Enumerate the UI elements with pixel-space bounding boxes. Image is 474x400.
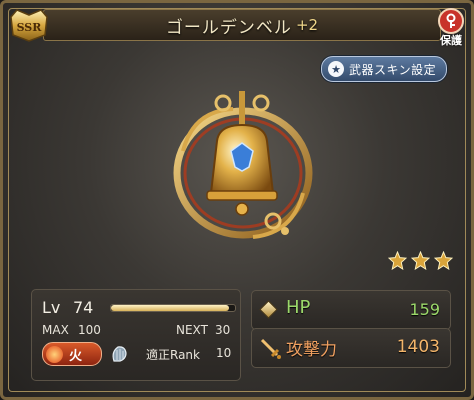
- level-progress-fill: [111, 305, 229, 311]
- attack-stat-row: 攻撃力 1403: [251, 328, 451, 368]
- weapon-skin-settings-label: 武器スキン設定: [349, 62, 437, 77]
- max-level-value: 100: [78, 323, 101, 337]
- harp-weapon-type-icon: [112, 346, 127, 362]
- uncap-star-icon: [388, 251, 407, 270]
- next-exp-label: NEXT: [176, 323, 208, 337]
- rank-label: 適正Rank: [146, 348, 200, 362]
- ssr-badge-icon: SSR: [10, 9, 48, 42]
- level-progress-bar: [110, 304, 236, 312]
- protect-lock-button[interactable]: 保護: [429, 7, 473, 47]
- fire-element-icon: [46, 345, 63, 363]
- star-icon: ★: [328, 61, 344, 77]
- sword-icon: [260, 338, 281, 359]
- diamond-icon: [259, 300, 278, 319]
- max-level-label: MAX: [42, 323, 69, 337]
- level-panel: Lv 74 MAX 100 NEXT 30 火 適正Rank 10: [31, 289, 241, 381]
- uncap-stars: [388, 251, 453, 270]
- hp-value: 159: [409, 300, 440, 319]
- element-label: 火: [69, 348, 83, 364]
- level-label: Lv: [42, 298, 61, 317]
- hp-stat-row: HP 159: [251, 290, 451, 330]
- level-value: 74: [73, 298, 94, 317]
- rank-value: 10: [216, 346, 232, 360]
- protect-label: 保護: [440, 34, 462, 47]
- attack-value: 1403: [396, 337, 440, 357]
- title-bar: ゴールデンベル +2: [43, 9, 441, 41]
- next-exp-value: 30: [215, 323, 231, 337]
- weapon-skin-settings-button[interactable]: ★ 武器スキン設定: [321, 56, 447, 82]
- weapon-detail-panel: ゴールデンベル +2 SSR 保護 ★ 武器スキン設定 Lv 74 MAX 10…: [0, 0, 474, 400]
- uncap-star-icon: [411, 251, 430, 270]
- hp-label: HP: [286, 297, 311, 318]
- ssr-badge-text: SSR: [17, 21, 43, 34]
- uncap-star-icon: [434, 251, 453, 270]
- golden-bell-weapon-icon: [173, 91, 313, 239]
- attack-label: 攻撃力: [286, 340, 337, 360]
- weapon-name: ゴールデンベル: [165, 17, 292, 38]
- weapon-plus-bonus: +2: [295, 16, 319, 34]
- element-badge: 火: [42, 342, 102, 366]
